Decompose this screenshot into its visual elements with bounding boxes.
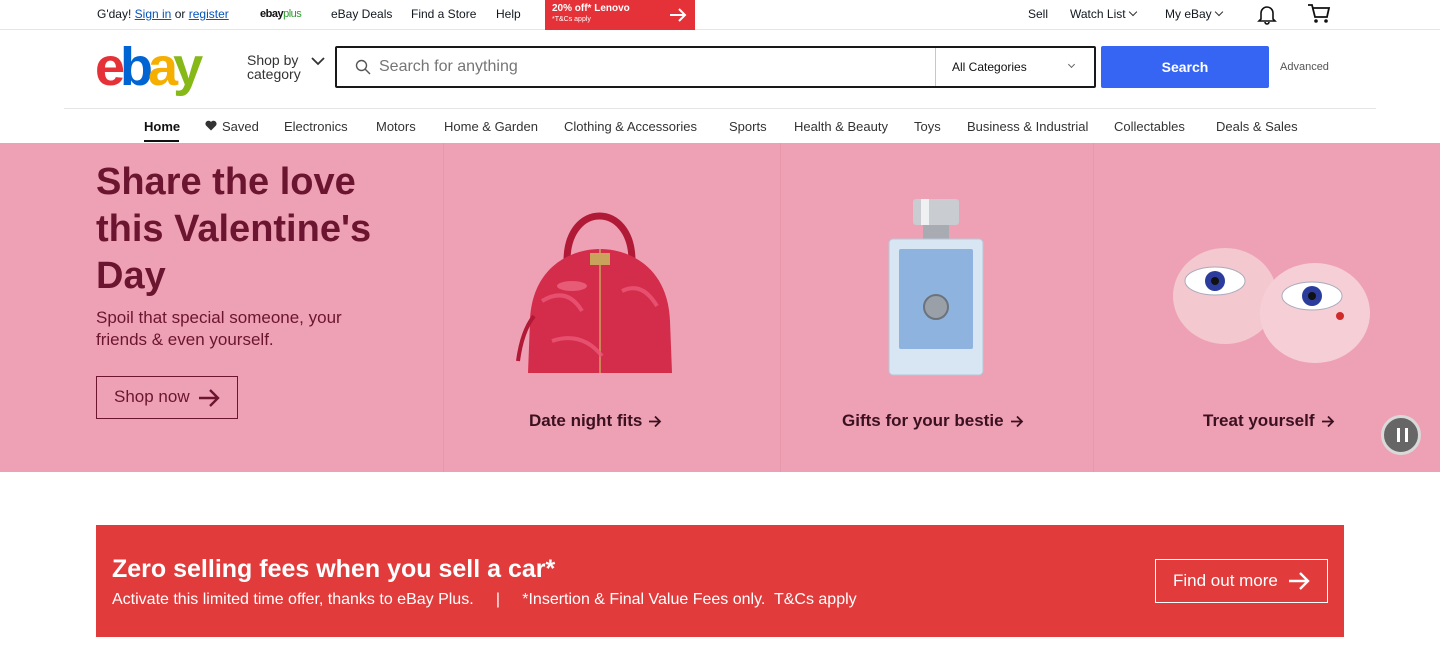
nav-sports[interactable]: Sports [729,119,767,134]
tile-divider [443,143,444,472]
nav-divider [64,108,1376,109]
cart-icon[interactable] [1307,3,1331,25]
watch-list-menu[interactable]: Watch List [1070,7,1137,21]
nav-toys[interactable]: Toys [914,119,941,134]
sell-car-banner[interactable]: Zero selling fees when you sell a car* A… [96,525,1344,637]
category-selected: All Categories [952,60,1027,74]
nav-saved[interactable]: Saved [205,119,259,134]
nav-motors[interactable]: Motors [376,119,416,134]
or-text: or [174,7,186,21]
nav-home[interactable]: Home [144,119,180,134]
shop-by-category-button[interactable]: Shop by category [247,53,301,81]
sign-in-link[interactable]: Sign in [135,7,172,21]
ebay-plus-suffix: plus [283,8,302,20]
ebay-plus-link[interactable]: ebayplus [260,8,302,20]
tile-label-text: Treat yourself [1203,411,1315,430]
search-icon [355,59,371,75]
advanced-search-link[interactable]: Advanced [1280,61,1329,73]
tile-date-night-fits[interactable]: Date night fits [529,411,662,431]
search-box: All Categories [335,46,1096,88]
nav-business-industrial[interactable]: Business & Industrial [967,119,1088,134]
banner-subtitle: Activate this limited time offer, thanks… [112,591,857,608]
handbag-image[interactable] [512,191,687,386]
ebay-logo[interactable]: ebay [95,37,203,97]
watch-list-label: Watch List [1070,7,1126,21]
logo-letter-b: b [120,37,153,97]
nav-home-garden[interactable]: Home & Garden [444,119,538,134]
search-button[interactable]: Search [1101,46,1269,88]
hero-title: Share the love this Valentine's Day [96,161,372,297]
arrow-right-icon [670,8,687,22]
promo-terms: *T&Cs apply [552,16,591,23]
nav-saved-label: Saved [222,119,259,134]
slippers-image[interactable] [1170,221,1375,371]
shop-now-button[interactable]: Shop now [96,376,238,419]
nav-deals-sales[interactable]: Deals & Sales [1216,119,1298,134]
chevron-down-icon[interactable] [311,57,325,66]
chevron-down-icon [1067,60,1076,69]
ebay-plus-brand: ebay [260,8,284,20]
shop-by-line1: Shop by [247,52,299,68]
heart-icon [205,120,217,131]
shop-now-label: Shop now [114,387,190,406]
hero-subtitle: Spoil that special someone, your friends… [96,308,342,349]
valentines-hero-carousel: Share the love this Valentine's Day Spoi… [0,143,1440,472]
greeting: G'day! Sign in or register [97,7,229,21]
greeting-text: G'day! [97,7,132,21]
arrow-right-icon [1010,415,1023,428]
logo-letter-a: a [148,37,178,97]
register-link[interactable]: register [189,7,229,21]
top-utility-bar: G'day! Sign in or register ebayplus eBay… [0,0,1440,30]
bell-icon[interactable] [1256,3,1278,25]
tile-label-text: Date night fits [529,411,643,430]
lenovo-promo-banner[interactable]: 20% off* Lenovo *T&Cs apply [545,0,695,30]
shop-by-line2: category [247,66,301,82]
tile-gifts-for-bestie[interactable]: Gifts for your bestie [842,411,1024,431]
find-out-more-button[interactable]: Find out more [1155,559,1328,603]
help-link[interactable]: Help [496,7,521,21]
logo-letter-y: y [173,37,203,97]
arrow-right-icon [1321,415,1334,428]
arrow-right-icon [1289,572,1310,590]
promo-title: 20% off* Lenovo [552,3,630,14]
tile-label-text: Gifts for your bestie [842,411,1004,430]
nav-collectables[interactable]: Collectables [1114,119,1185,134]
chevron-down-icon [1128,7,1137,17]
nav-electronics[interactable]: Electronics [284,119,348,134]
my-ebay-label: My eBay [1165,7,1212,21]
sell-link[interactable]: Sell [1028,7,1048,21]
arrow-right-icon [649,415,662,428]
active-tab-underline [144,140,179,142]
nav-health-beauty[interactable]: Health & Beauty [794,119,888,134]
find-store-link[interactable]: Find a Store [411,7,476,21]
category-select[interactable]: All Categories [935,48,1094,86]
my-ebay-menu[interactable]: My eBay [1165,7,1223,21]
tile-divider [780,143,781,472]
ebay-deals-link[interactable]: eBay Deals [331,7,392,21]
perfume-image[interactable] [886,199,986,379]
logo-letter-e: e [95,37,125,97]
tile-treat-yourself[interactable]: Treat yourself [1203,411,1335,431]
tile-divider [1093,143,1094,472]
find-out-more-label: Find out more [1173,571,1278,590]
banner-title: Zero selling fees when you sell a car* [112,555,556,583]
arrow-right-icon [199,389,220,407]
chevron-down-icon [1214,7,1223,17]
nav-clothing[interactable]: Clothing & Accessories [564,119,697,134]
pause-carousel-button[interactable] [1381,415,1421,455]
search-input[interactable] [379,58,919,76]
